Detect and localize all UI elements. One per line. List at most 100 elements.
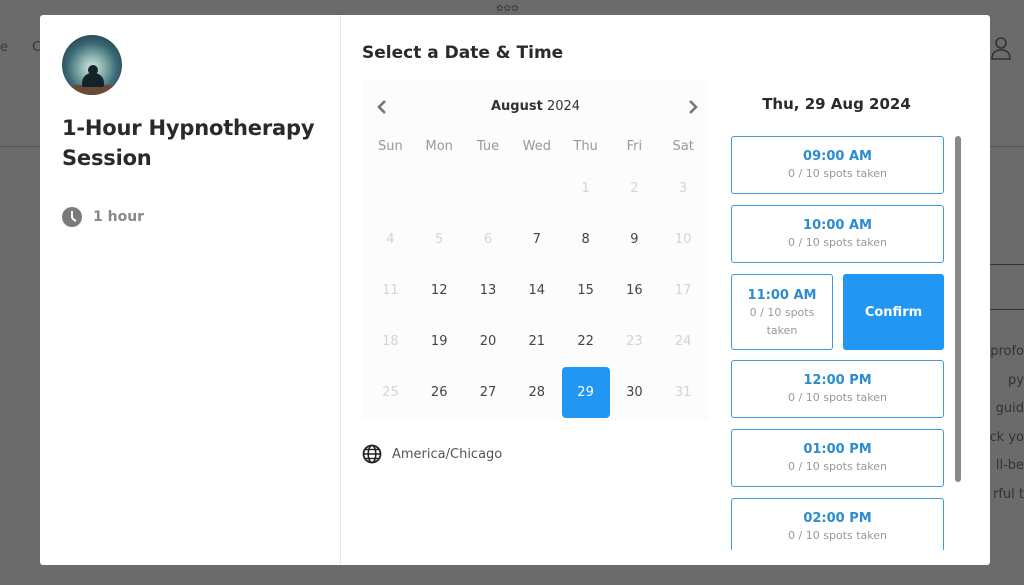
slot-time: 02:00 PM [803,511,872,526]
day-number: 21 [528,334,546,349]
time-slot[interactable]: 02:00 PM 0 / 10 spots taken [731,498,944,550]
day-number: 3 [679,181,688,196]
day-number: 25 [382,385,399,400]
time-slot-selected[interactable]: 11:00 AM 0 / 10 spots taken [731,274,833,350]
event-avatar [62,35,122,95]
day-number: 8 [581,232,590,247]
month-label: August 2024 [362,99,709,114]
calendar-day: 25 [366,367,415,418]
day-number: 7 [532,232,541,247]
calendar-day: 24 [659,316,708,367]
calendar-day[interactable]: 20 [464,316,513,367]
weekday-label: Tue [476,139,500,154]
next-month-button[interactable] [681,95,705,119]
day-number: 29 [561,367,610,418]
calendar-day: 31 [659,367,708,418]
day-number: 27 [479,385,497,400]
calendar-day[interactable]: 30 [610,367,659,418]
day-number: 12 [430,283,448,298]
day-number: 11 [382,283,399,298]
selected-date-label: Thu, 29 Aug 2024 [762,95,911,113]
time-slot[interactable]: 12:00 PM 0 / 10 spots taken [731,360,944,418]
calendar-day-selected[interactable]: 29 [561,367,610,418]
avatar-figure-body [82,73,104,87]
calendar-day[interactable]: 19 [415,316,464,367]
time-slots-list[interactable]: 09:00 AM 0 / 10 spots taken 10:00 AM 0 /… [731,136,945,550]
day-number: 20 [479,334,497,349]
event-title: 1-Hour Hypnotherapy Session [62,116,315,170]
calendar-day: 3 [659,163,708,214]
calendar-day[interactable]: 28 [512,367,561,418]
slot-time: 10:00 AM [803,218,872,233]
day-number: 1 [581,181,590,196]
slot-spots: 0 / 10 spots taken [788,167,887,180]
calendar-day[interactable]: 27 [464,367,513,418]
selected-slot-row: 11:00 AM 0 / 10 spots taken Confirm [731,274,945,350]
slot-time: 11:00 AM [747,288,817,303]
calendar-day: 17 [659,265,708,316]
day-number: 10 [674,232,692,247]
calendar-blank-cell [512,163,561,214]
slot-time: 12:00 PM [803,373,872,388]
chevron-right-icon [689,100,698,114]
user-icon [991,37,1011,60]
calendar-day: 6 [464,214,513,265]
time-slot[interactable]: 01:00 PM 0 / 10 spots taken [731,429,944,487]
scheduler-title: Select a Date & Time [362,43,564,63]
calendar-days-grid: 1 2 3 4 5 6 7 8 9 10 11 12 13 14 15 16 17 18 19 20 21 22 23 24 2… [366,163,708,418]
time-slot[interactable]: 09:00 AM 0 / 10 spots taken [731,136,944,194]
calendar-day: 5 [415,214,464,265]
calendar-blank-cell [366,163,415,214]
calendar-day[interactable]: 15 [561,265,610,316]
day-number: 16 [626,283,643,298]
day-number: 6 [483,232,493,247]
calendar-day[interactable]: 16 [610,265,659,316]
calendar-day[interactable]: 12 [415,265,464,316]
calendar-day: 10 [659,214,708,265]
calendar-blank-cell [464,163,513,214]
background-logo: ✿✿✿ [496,4,519,14]
day-number: 13 [479,283,497,298]
day-number: 2 [630,181,639,196]
background-nav-item: e [0,40,8,55]
event-details-panel: 1-Hour Hypnotherapy Session 1 hour [40,15,341,565]
event-duration: 1 hour [62,207,318,227]
slot-time: 01:00 PM [803,442,872,457]
day-number: 30 [626,385,643,400]
slot-spots: 0 / 10 spots taken [788,460,887,473]
timezone-selector[interactable]: America/Chicago [362,444,502,464]
booking-modal: 1-Hour Hypnotherapy Session 1 hour Selec… [40,15,990,565]
slot-spots: 0 / 10 spots taken [788,529,887,542]
calendar-day[interactable]: 22 [561,316,610,367]
calendar-day: 11 [366,265,415,316]
day-number: 24 [674,334,692,349]
day-number: 22 [577,334,594,349]
slot-spots: 0 / 10 spots taken [788,236,887,249]
day-number: 18 [382,334,399,349]
background-box [984,264,1024,310]
weekday-label: Sun [378,139,403,154]
weekday-label: Wed [522,139,551,154]
day-number: 28 [528,385,546,400]
calendar-day[interactable]: 26 [415,367,464,418]
calendar-day: 18 [366,316,415,367]
slots-scrollbar[interactable] [955,136,961,482]
calendar-day[interactable]: 7 [512,214,561,265]
weekday-label: Mon [425,139,453,154]
month-year: 2024 [546,99,581,114]
calendar-blank-cell [415,163,464,214]
day-number: 9 [630,232,639,247]
confirm-button[interactable]: Confirm [843,274,944,350]
calendar-day[interactable]: 8 [561,214,610,265]
calendar-day[interactable]: 21 [512,316,561,367]
time-slot[interactable]: 10:00 AM 0 / 10 spots taken [731,205,944,263]
calendar-header: August 2024 [362,95,709,119]
weekday-label: Fri [626,139,643,154]
clock-icon [62,207,82,227]
weekday-header: Sun Mon Tue Wed Thu Fri Sat [366,139,708,154]
calendar-day[interactable]: 14 [512,265,561,316]
duration-label: 1 hour [93,209,145,225]
slot-time: 09:00 AM [803,149,872,164]
calendar-day[interactable]: 13 [464,265,513,316]
calendar-day[interactable]: 9 [610,214,659,265]
